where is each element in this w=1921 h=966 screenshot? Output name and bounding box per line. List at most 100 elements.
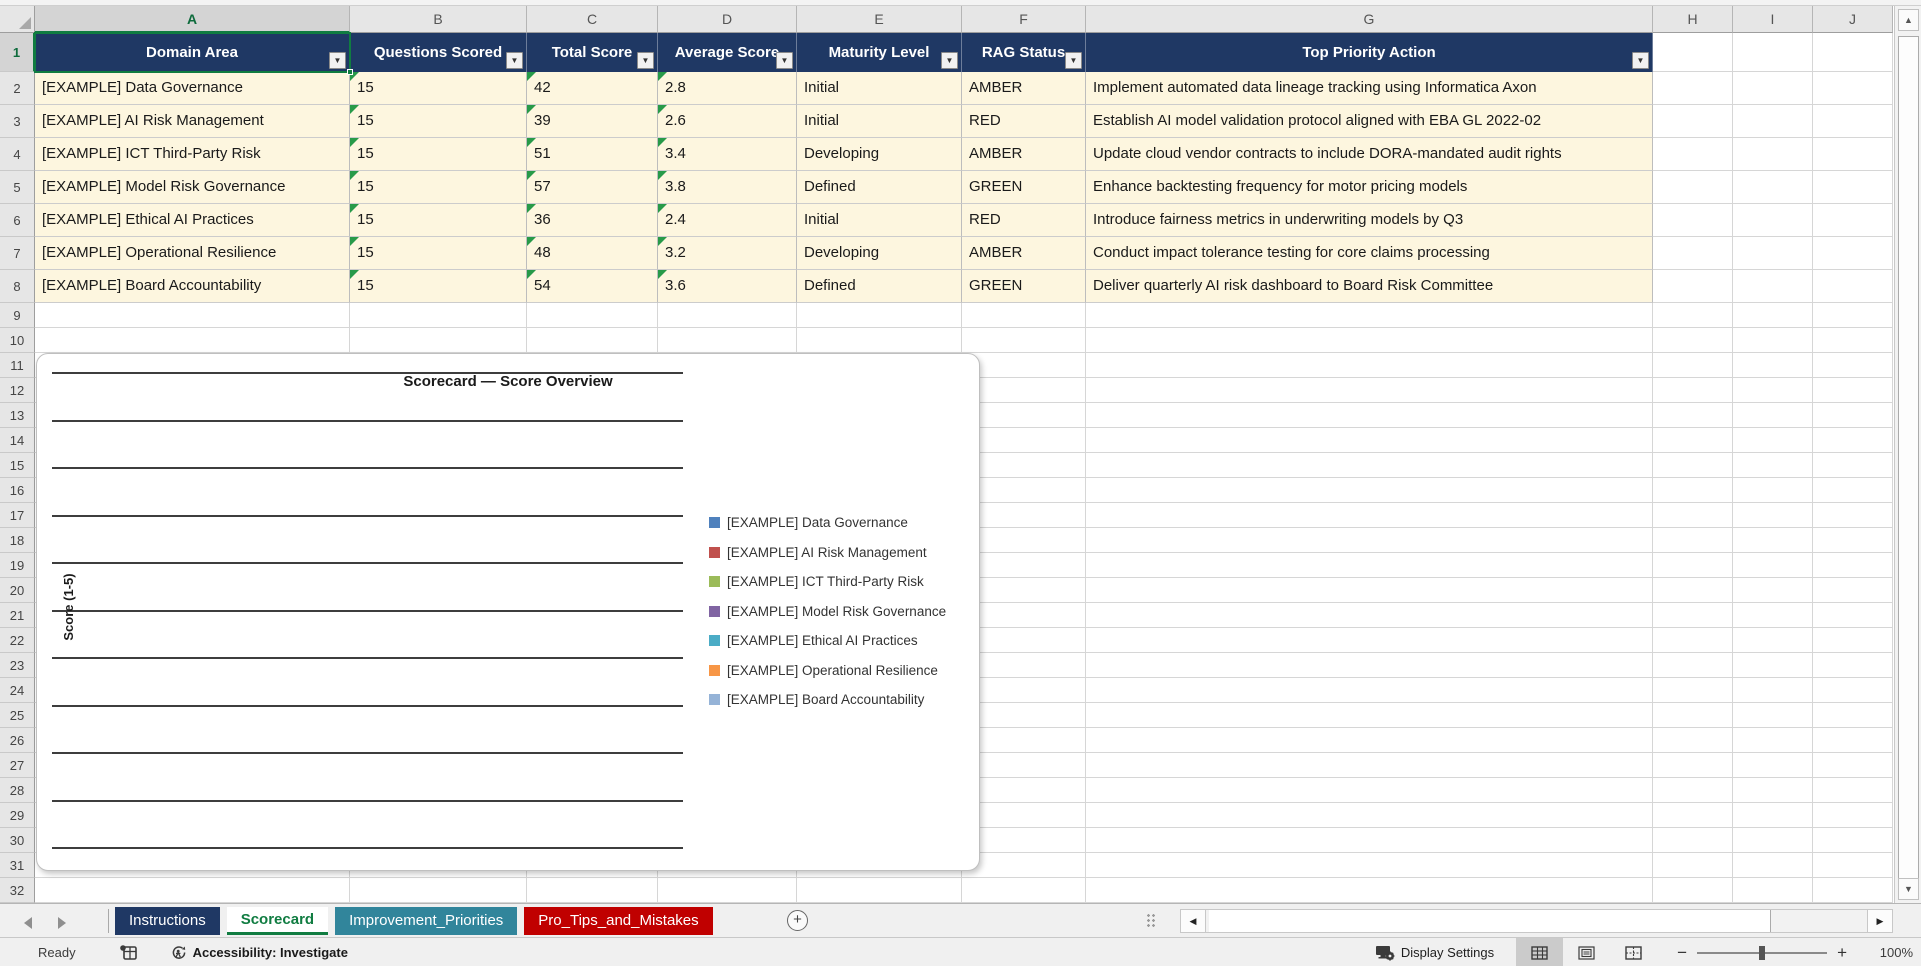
table-header-cell[interactable]: Top Priority Action ▼ (1086, 33, 1653, 72)
zoom-level-label[interactable]: 100% (1871, 945, 1913, 960)
legend-item[interactable]: [EXAMPLE] AI Risk Management (709, 538, 946, 568)
table-cell[interactable]: Establish AI model validation protocol a… (1086, 105, 1653, 138)
row-header-4[interactable]: 4 (0, 138, 35, 171)
table-cell[interactable]: Introduce fairness metrics in underwriti… (1086, 204, 1653, 237)
sheet-tab-improvement_priorities[interactable]: Improvement_Priorities (335, 907, 518, 935)
filter-button[interactable]: ▼ (637, 52, 654, 69)
row-header-29[interactable]: 29 (0, 803, 35, 828)
table-cell[interactable]: Implement automated data lineage trackin… (1086, 72, 1653, 105)
table-cell[interactable]: GREEN (962, 270, 1086, 303)
legend-item[interactable]: [EXAMPLE] Operational Resilience (709, 656, 946, 686)
table-cell[interactable]: [EXAMPLE] Board Accountability (35, 270, 350, 303)
sheet-tab-instructions[interactable]: Instructions (115, 907, 220, 935)
table-cell[interactable]: 3.8 (658, 171, 797, 204)
scroll-down-button[interactable]: ▼ (1898, 878, 1919, 900)
display-settings-button[interactable]: Display Settings (1375, 944, 1494, 961)
row-header-27[interactable]: 27 (0, 753, 35, 778)
row-header-6[interactable]: 6 (0, 204, 35, 237)
legend-item[interactable]: [EXAMPLE] Ethical AI Practices (709, 626, 946, 656)
row-header-32[interactable]: 32 (0, 878, 35, 903)
sheet-tab-pro_tips_and_mistakes[interactable]: Pro_Tips_and_Mistakes (524, 907, 713, 935)
row-header-24[interactable]: 24 (0, 678, 35, 703)
vertical-scrollbar-thumb[interactable] (1898, 36, 1919, 881)
row-header-2[interactable]: 2 (0, 72, 35, 105)
accessibility-status[interactable]: Accessibility: Investigate (169, 945, 348, 961)
table-cell[interactable]: [EXAMPLE] AI Risk Management (35, 105, 350, 138)
normal-view-button[interactable] (1516, 938, 1564, 966)
row-header-28[interactable]: 28 (0, 778, 35, 803)
row-header-13[interactable]: 13 (0, 403, 35, 428)
horizontal-scrollbar-thumb[interactable] (1209, 910, 1771, 932)
page-layout-view-button[interactable] (1563, 938, 1610, 966)
table-cell[interactable]: 3.2 (658, 237, 797, 270)
table-cell[interactable]: 2.4 (658, 204, 797, 237)
row-header-7[interactable]: 7 (0, 237, 35, 270)
column-header-F[interactable]: F (962, 6, 1086, 33)
table-cell[interactable]: Enhance backtesting frequency for motor … (1086, 171, 1653, 204)
scroll-right-button[interactable]: ▶ (1867, 910, 1892, 932)
table-cell[interactable]: [EXAMPLE] Operational Resilience (35, 237, 350, 270)
table-cell[interactable]: 15 (350, 270, 527, 303)
row-header-10[interactable]: 10 (0, 328, 35, 353)
table-cell[interactable]: [EXAMPLE] Ethical AI Practices (35, 204, 350, 237)
horizontal-scrollbar[interactable]: ◀ ▶ (1180, 909, 1893, 933)
table-cell[interactable]: 15 (350, 72, 527, 105)
table-cell[interactable]: 39 (527, 105, 658, 138)
table-cell[interactable]: 51 (527, 138, 658, 171)
tab-scroll-right-icon[interactable] (58, 917, 66, 929)
table-cell[interactable]: RED (962, 105, 1086, 138)
table-cell[interactable]: 3.6 (658, 270, 797, 303)
table-cell[interactable]: [EXAMPLE] Model Risk Governance (35, 171, 350, 204)
macro-record-icon[interactable] (119, 945, 137, 960)
table-cell[interactable]: 2.6 (658, 105, 797, 138)
table-cell[interactable]: RED (962, 204, 1086, 237)
column-header-G[interactable]: G (1086, 6, 1653, 33)
table-cell[interactable]: Developing (797, 138, 962, 171)
table-header-cell[interactable]: Domain Area ▼ (35, 33, 350, 72)
legend-item[interactable]: [EXAMPLE] Board Accountability (709, 685, 946, 715)
filter-button[interactable]: ▼ (776, 52, 793, 69)
row-header-8[interactable]: 8 (0, 270, 35, 303)
table-cell[interactable]: AMBER (962, 72, 1086, 105)
page-break-preview-button[interactable] (1610, 938, 1657, 966)
add-sheet-button[interactable]: + (787, 910, 808, 931)
column-header-I[interactable]: I (1733, 6, 1813, 33)
row-header-22[interactable]: 22 (0, 628, 35, 653)
scorecard-chart[interactable]: Scorecard — Score Overview Score (1-5) [… (36, 353, 980, 871)
row-header-15[interactable]: 15 (0, 453, 35, 478)
table-cell[interactable]: 15 (350, 204, 527, 237)
table-cell[interactable]: Initial (797, 72, 962, 105)
tab-scroll-left-icon[interactable] (24, 917, 32, 929)
scroll-up-button[interactable]: ▲ (1898, 9, 1919, 31)
column-header-D[interactable]: D (658, 6, 797, 33)
row-header-19[interactable]: 19 (0, 553, 35, 578)
table-cell[interactable]: 42 (527, 72, 658, 105)
column-header-J[interactable]: J (1813, 6, 1893, 33)
legend-item[interactable]: [EXAMPLE] Data Governance (709, 508, 946, 538)
table-cell[interactable]: Defined (797, 171, 962, 204)
row-header-12[interactable]: 12 (0, 378, 35, 403)
table-cell[interactable]: Defined (797, 270, 962, 303)
row-header-3[interactable]: 3 (0, 105, 35, 138)
row-header-11[interactable]: 11 (0, 353, 35, 378)
column-header-C[interactable]: C (527, 6, 658, 33)
table-cell[interactable]: 15 (350, 138, 527, 171)
table-cell[interactable]: 36 (527, 204, 658, 237)
table-cell[interactable]: GREEN (962, 171, 1086, 204)
row-header-23[interactable]: 23 (0, 653, 35, 678)
table-cell[interactable]: Conduct impact tolerance testing for cor… (1086, 237, 1653, 270)
zoom-in-button[interactable]: + (1827, 943, 1857, 963)
row-header-16[interactable]: 16 (0, 478, 35, 503)
row-header-1[interactable]: 1 (0, 33, 35, 72)
row-header-17[interactable]: 17 (0, 503, 35, 528)
legend-item[interactable]: [EXAMPLE] Model Risk Governance (709, 597, 946, 627)
table-header-cell[interactable]: RAG Status ▼ (962, 33, 1086, 72)
row-header-20[interactable]: 20 (0, 578, 35, 603)
column-header-B[interactable]: B (350, 6, 527, 33)
vertical-scrollbar[interactable]: ▲ ▼ (1894, 6, 1921, 903)
scroll-left-button[interactable]: ◀ (1181, 910, 1206, 932)
filter-button[interactable]: ▼ (1632, 52, 1649, 69)
zoom-slider-thumb[interactable] (1759, 945, 1766, 960)
legend-item[interactable]: [EXAMPLE] ICT Third-Party Risk (709, 567, 946, 597)
sheet-tab-scorecard[interactable]: Scorecard (226, 907, 329, 935)
